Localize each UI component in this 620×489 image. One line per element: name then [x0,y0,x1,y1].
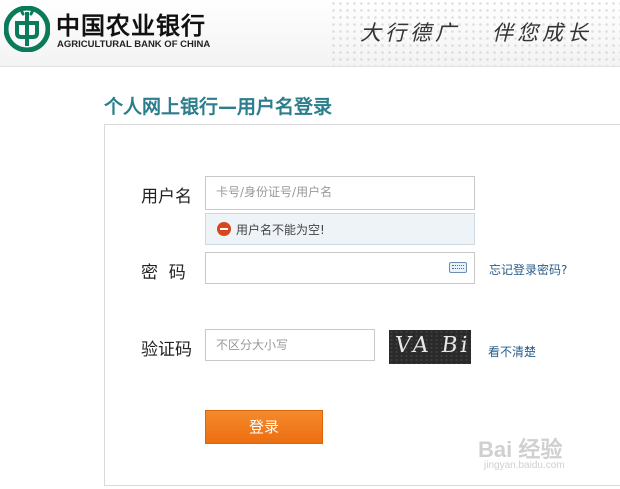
slogan-part-2: 伴您成长 [492,21,592,45]
username-label: 用户名 [141,187,192,207]
forgot-password-link[interactable]: 忘记登录密码? [489,261,567,278]
captcha-input[interactable]: 不区分大小写 [205,329,375,361]
soft-keyboard-icon[interactable] [449,262,467,273]
captcha-refresh-link[interactable]: 看不清楚 [488,343,536,360]
slogan-part-1: 大行德广 [360,21,460,45]
captcha-image[interactable]: VA Bi [389,330,471,364]
password-label: 密 码 [141,263,186,283]
username-error-message: 用户名不能为空! [205,213,475,245]
captcha-label: 验证码 [141,340,192,360]
captcha-image-text: VA Bi [393,333,471,358]
username-error-text: 用户名不能为空! [236,223,325,237]
error-icon [217,222,231,236]
bank-name-en: AGRICULTURAL BANK OF CHINA [57,39,211,50]
login-button[interactable]: 登录 [205,410,323,444]
page-title: 个人网上银行—用户名登录 [104,96,333,118]
password-input[interactable] [205,252,475,284]
abc-bank-logo-icon [4,6,50,52]
username-input[interactable]: 卡号/身份证号/用户名 [205,176,475,210]
baidu-watermark-url: jingyan.baidu.com [484,460,565,471]
header: 中国农业银行 AGRICULTURAL BANK OF CHINA 大行德广 伴… [0,0,620,67]
bank-name-cn: 中国农业银行 [56,12,206,40]
